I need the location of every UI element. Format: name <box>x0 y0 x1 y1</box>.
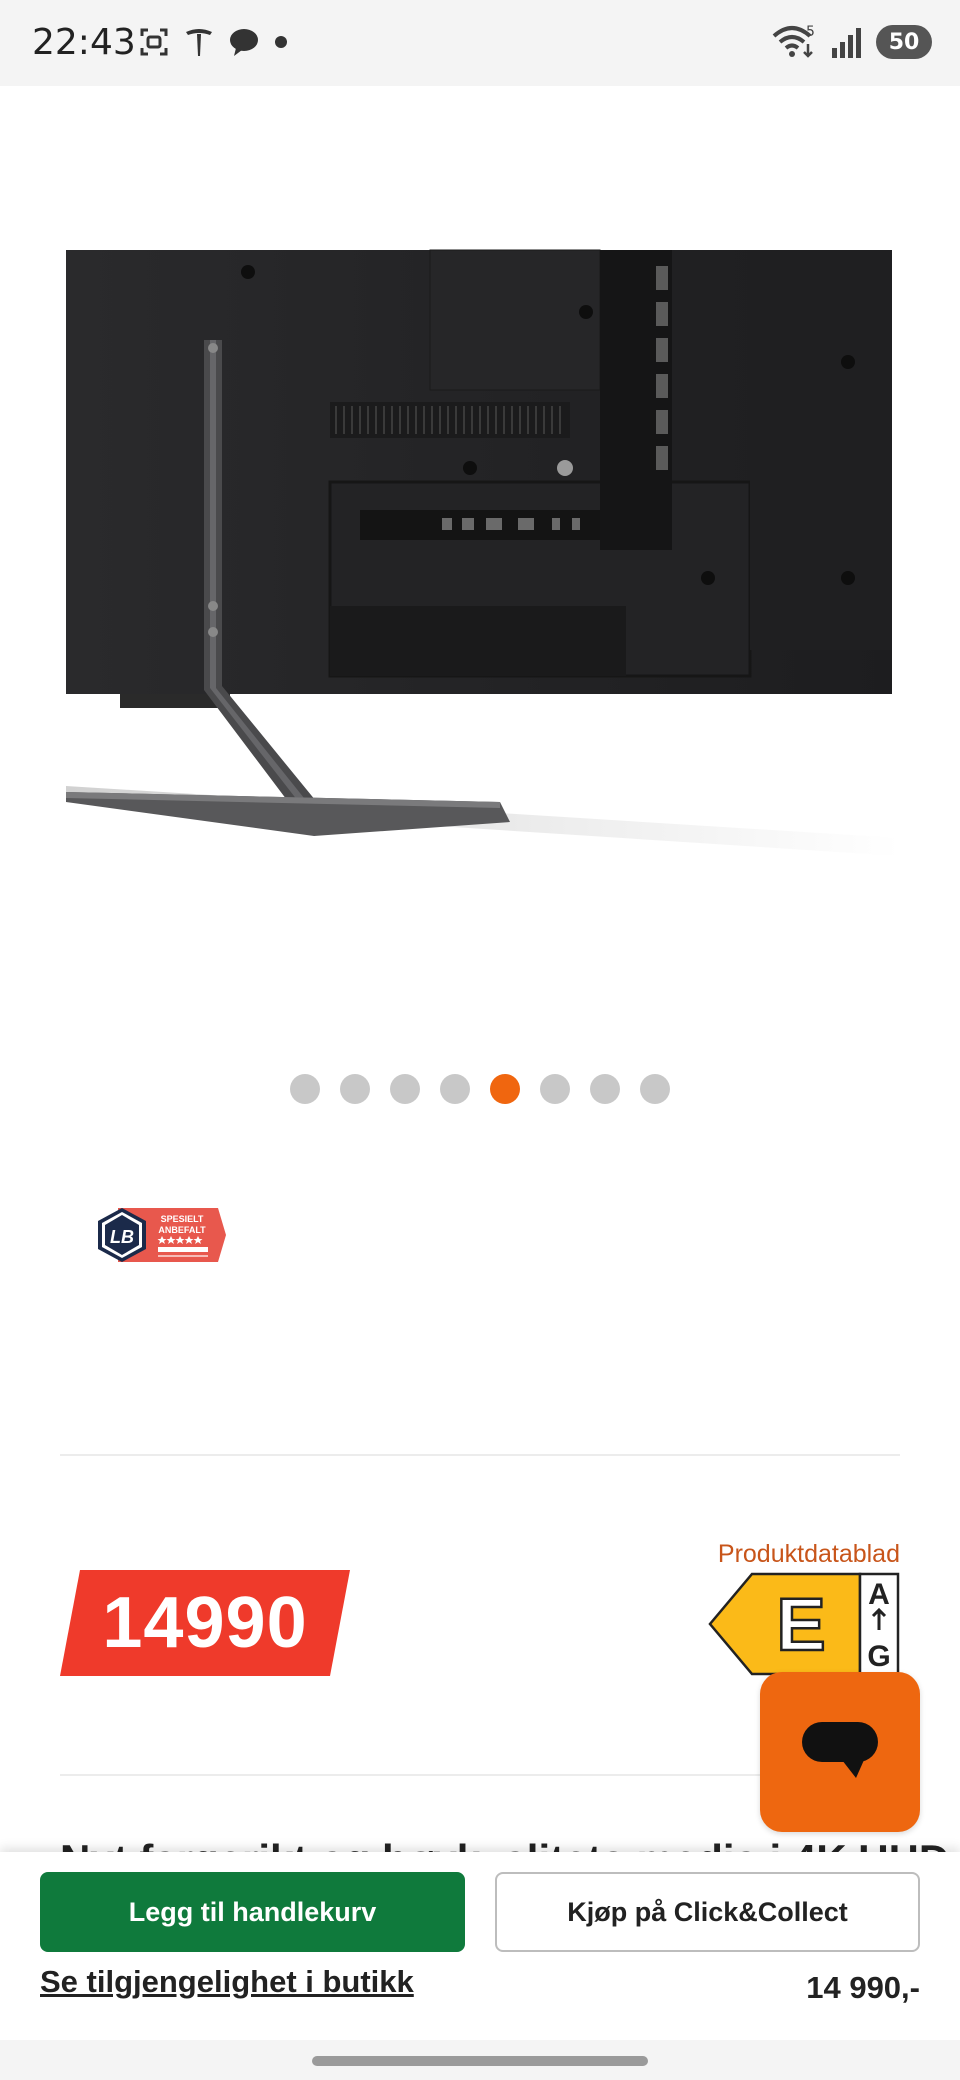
chat-button[interactable] <box>760 1672 920 1832</box>
carousel-dot[interactable] <box>540 1074 570 1104</box>
dot-icon <box>275 36 287 48</box>
carousel-dots <box>0 1074 960 1104</box>
status-left-icons <box>138 26 288 58</box>
carousel-dot[interactable] <box>290 1074 320 1104</box>
chat-bubble-icon <box>230 29 258 56</box>
status-time: 22:43 <box>32 22 136 63</box>
tv-rear-illustration <box>66 249 900 856</box>
home-gesture-handle[interactable] <box>312 2056 648 2066</box>
wifi-badge: 5 <box>806 24 815 40</box>
carousel-dot[interactable] <box>640 1074 670 1104</box>
vent-grille <box>330 402 570 438</box>
price-amount: 14990 <box>102 1583 308 1663</box>
carousel-dot[interactable] <box>590 1074 620 1104</box>
status-bar: 22:43 5 50 <box>0 0 960 86</box>
add-to-cart-button[interactable]: Legg til handlekurv <box>40 1872 465 1952</box>
product-image[interactable] <box>0 86 960 1046</box>
carousel-dot[interactable] <box>440 1074 470 1104</box>
energy-class: E <box>776 1583 825 1666</box>
wifi-icon: 5 <box>772 24 815 58</box>
status-right-icons: 5 50 <box>772 24 932 60</box>
click-collect-button[interactable]: Kjøp på Click&Collect <box>495 1872 920 1952</box>
carousel-dot[interactable] <box>340 1074 370 1104</box>
energy-scale-top: A <box>868 1578 890 1611</box>
footer-price: 14 990,- <box>806 1970 920 2005</box>
screenshot-icon <box>140 28 168 56</box>
award-line1: SPESIELT <box>161 1214 204 1224</box>
award-line2: ANBEFALT <box>158 1225 206 1235</box>
navigation-bar <box>0 2040 960 2080</box>
price-tag: 14990 <box>60 1570 350 1676</box>
carousel-dot[interactable] <box>390 1074 420 1104</box>
store-availability-link[interactable]: Se tilgjengelighet i butikk <box>40 1964 414 2000</box>
signal-icon <box>832 28 861 58</box>
energy-scale-bottom: G <box>867 1640 890 1673</box>
battery-level: 50 <box>888 29 920 55</box>
energy-label[interactable]: E A G <box>708 1572 900 1676</box>
tesla-icon <box>186 29 212 56</box>
product-datasheet-link[interactable]: Produktdatablad <box>718 1540 900 1569</box>
chat-bubble-icon <box>802 1722 878 1778</box>
award-badge[interactable]: LB SPESIELT ANBEFALT <box>94 1206 226 1264</box>
battery-icon: 50 <box>876 25 932 59</box>
carousel-dot-active[interactable] <box>490 1074 520 1104</box>
sticky-footer: Legg til handlekurv Kjøp på Click&Collec… <box>0 1852 960 2040</box>
award-logo-text: LB <box>110 1227 134 1247</box>
product-page: 22:43 5 50 LB SPESIELT ANBEFALT 14990 Pr… <box>0 0 960 2080</box>
divider <box>60 1454 900 1456</box>
